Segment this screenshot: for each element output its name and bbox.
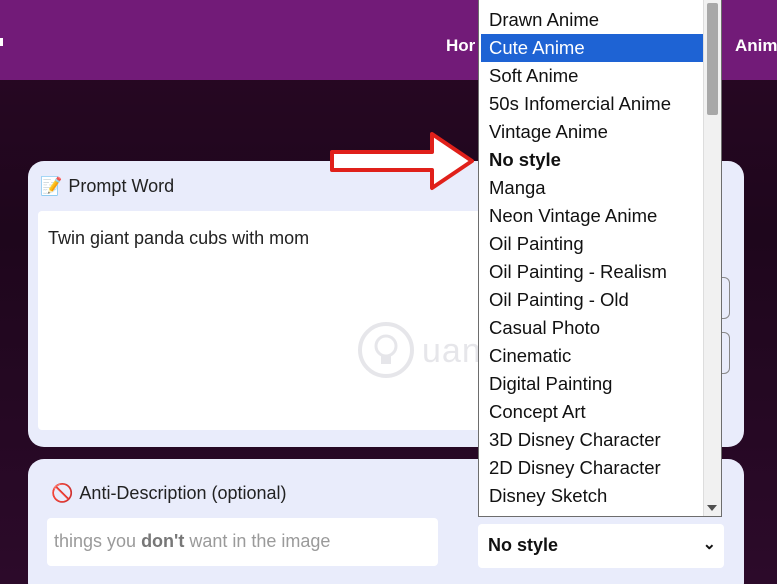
prompt-word-title: 📝 Prompt Word (40, 176, 174, 197)
dropdown-option[interactable]: Soft Anime (479, 62, 703, 90)
scroll-down-arrow-icon[interactable] (707, 505, 717, 511)
style-select[interactable]: No style ⌄ (478, 524, 724, 568)
chevron-down-icon: ⌄ (702, 536, 716, 553)
anti-description-title: 🚫 Anti-Description (optional) (51, 483, 287, 504)
dropdown-option[interactable]: Cute Anime (481, 34, 703, 62)
dropdown-option[interactable]: 2D Disney Character (479, 454, 703, 482)
memo-icon: 📝 (40, 176, 63, 196)
anti-description-input[interactable]: things you don't want in the image (47, 518, 438, 566)
dropdown-option[interactable]: Drawn Anime (479, 6, 703, 34)
placeholder-part2: want in the image (184, 531, 331, 551)
dropdown-options: AnimeDrawn AnimeCute AnimeSoft Anime50s … (479, 0, 703, 510)
dropdown-option[interactable]: Disney Sketch (479, 482, 703, 510)
prompt-text: Twin giant panda cubs with mom (48, 228, 310, 248)
red-arrow-annotation (330, 132, 474, 190)
dropdown-option[interactable]: Concept Art (479, 398, 703, 426)
anti-description-label: Anti-Description (optional) (79, 483, 287, 503)
dropdown-option[interactable]: Vintage Anime (479, 118, 703, 146)
dropdown-option[interactable]: Casual Photo (479, 314, 703, 342)
dropdown-option[interactable]: Oil Painting (479, 230, 703, 258)
nav-edge-marker (0, 38, 3, 46)
nav-link-anime[interactable]: Anim (735, 36, 777, 56)
placeholder-bold: don't (141, 531, 185, 551)
placeholder-part1: things you (54, 531, 142, 551)
prompt-textarea[interactable]: Twin giant panda cubs with mom (38, 211, 488, 430)
dropdown-option[interactable]: 3D Disney Character (479, 426, 703, 454)
dropdown-option[interactable]: 50s Infomercial Anime (479, 90, 703, 118)
scrollbar-thumb[interactable] (707, 3, 718, 115)
dropdown-option[interactable]: Digital Painting (479, 370, 703, 398)
prohibited-icon: 🚫 (51, 483, 74, 503)
dropdown-option[interactable]: Oil Painting - Realism (479, 258, 703, 286)
dropdown-option[interactable]: No style (479, 146, 703, 174)
dropdown-option[interactable]: Neon Vintage Anime (479, 202, 703, 230)
style-select-value: No style (488, 535, 559, 555)
dropdown-option[interactable]: Cinematic (479, 342, 703, 370)
nav-link-home[interactable]: Hor (446, 36, 475, 56)
dropdown-option[interactable]: Oil Painting - Old (479, 286, 703, 314)
prompt-word-label: Prompt Word (68, 176, 175, 196)
style-dropdown-list[interactable]: AnimeDrawn AnimeCute AnimeSoft Anime50s … (478, 0, 722, 517)
dropdown-option[interactable]: Manga (479, 174, 703, 202)
dropdown-scrollbar[interactable] (703, 0, 721, 516)
